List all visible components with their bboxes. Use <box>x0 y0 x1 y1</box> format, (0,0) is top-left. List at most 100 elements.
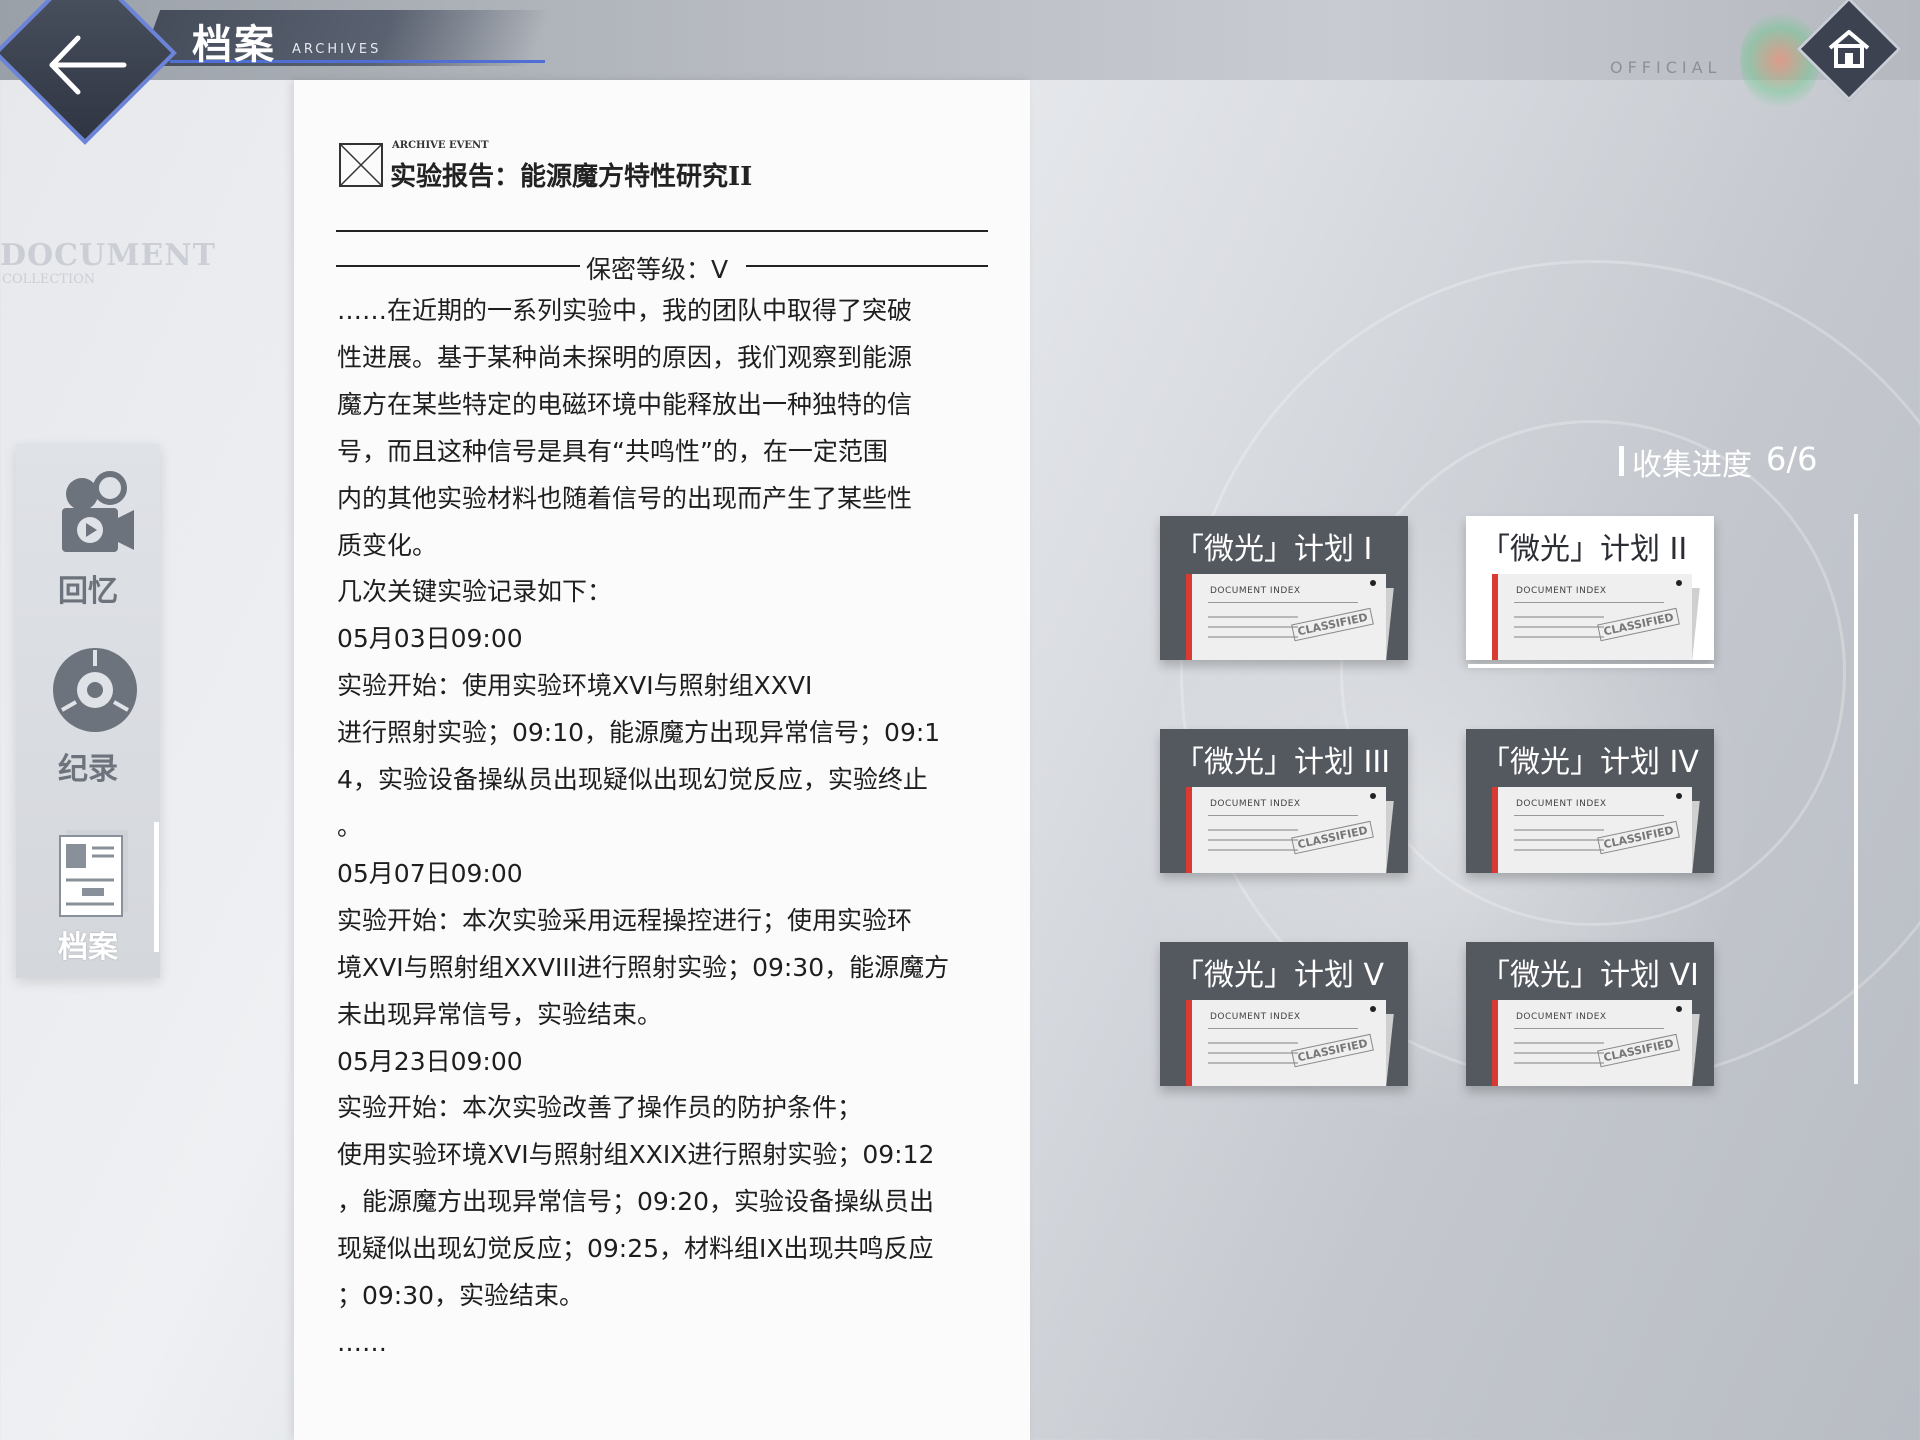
paper-dot <box>1370 1006 1376 1012</box>
page-title: 档案 <box>192 22 276 68</box>
paper-lines <box>1514 829 1604 859</box>
document-line: 号，而且这种信号是具有“共鸣性”的，在一定范围 <box>337 436 888 466</box>
divider <box>336 265 580 267</box>
document-line: 实验开始：本次实验采用远程操控进行；使用实验环 <box>337 905 913 935</box>
card-paper: DOCUMENT INDEX CLASSIFIED <box>1492 787 1692 873</box>
record-disc-icon <box>53 648 137 732</box>
collection-progress-label: 收集进度 <box>1632 448 1752 483</box>
document-line: 4，实验设备操纵员出现疑似出现幻觉反应，实验终止 <box>337 765 928 795</box>
card-paper: DOCUMENT INDEX CLASSIFIED <box>1492 574 1692 660</box>
document-line: 进行照射实验；09:10，能源魔方出现异常信号；09:1 <box>337 718 941 748</box>
secrecy-level: 保密等级：V <box>586 255 729 284</box>
sidebar-item-label: 回忆 <box>58 574 118 609</box>
classified-stamp: CLASSIFIED <box>1291 820 1375 855</box>
document-line: ；09:30，实验结束。 <box>337 1281 585 1311</box>
document-title: 实验报告：能源魔方特性研究II <box>390 162 753 192</box>
document-category: ARCHIVE EVENT <box>392 140 489 151</box>
document-body: ……在近期的一系列实验中，我的团队中取得了突破 性进展。基于某种尚未探明的原因，… <box>337 288 989 1367</box>
collection-progress-value: 6/6 <box>1766 440 1818 478</box>
document-line: 性进展。基于某种尚未探明的原因，我们观察到能源 <box>337 342 913 372</box>
card-paper: DOCUMENT INDEX CLASSIFIED <box>1492 1000 1692 1086</box>
paper-lines <box>1514 616 1604 646</box>
archive-card-5[interactable]: 「微光」计划 V DOCUMENT INDEX CLASSIFIED <box>1160 942 1408 1086</box>
classified-stamp: CLASSIFIED <box>1597 820 1681 855</box>
camera-icon <box>62 471 134 552</box>
document-watermark: DOCUMENT <box>0 238 217 273</box>
paper-rule <box>1514 1028 1664 1029</box>
progress-marker <box>1619 446 1624 476</box>
paper-lines <box>1208 1042 1298 1072</box>
paper-lines <box>1514 1042 1604 1072</box>
scrollbar[interactable] <box>1854 514 1858 1084</box>
document-line: 现疑似出现幻觉反应；09:25，材料组IX出现共鸣反应 <box>337 1234 934 1264</box>
active-indicator <box>154 822 159 952</box>
official-text: OFFICIAL <box>1610 58 1722 77</box>
classified-stamp: CLASSIFIED <box>1291 1033 1375 1068</box>
archive-card-1[interactable]: 「微光」计划 I DOCUMENT INDEX CLASSIFIED <box>1160 516 1408 660</box>
document-line: 几次关键实验记录如下： <box>337 577 613 607</box>
document-line: 实验开始：使用实验环境XVI与照射组XXVI <box>337 671 813 701</box>
sidebar-item-label: 档案 <box>58 930 118 965</box>
document-line: ……在近期的一系列实验中，我的团队中取得了突破 <box>337 296 913 325</box>
page-subtitle: ARCHIVES <box>292 42 382 57</box>
paper-rule <box>1208 1028 1358 1029</box>
archive-document-icon <box>59 830 128 917</box>
divider <box>746 265 988 267</box>
document-line: 05月07日09:00 <box>337 858 523 888</box>
archive-card-3[interactable]: 「微光」计划 III DOCUMENT INDEX CLASSIFIED <box>1160 729 1408 873</box>
paper-heading: DOCUMENT INDEX <box>1516 1012 1607 1022</box>
classified-stamp: CLASSIFIED <box>1597 1033 1681 1068</box>
card-paper: DOCUMENT INDEX CLASSIFIED <box>1186 1000 1386 1086</box>
card-title: 「微光」计划 VI <box>1480 958 1699 993</box>
document-line: 内的其他实验材料也随着信号的出现而产生了某些性 <box>337 483 913 513</box>
card-title: 「微光」计划 V <box>1174 958 1385 993</box>
paper-dot <box>1676 580 1682 586</box>
sidebar-item-archive[interactable]: 档案 <box>16 806 160 976</box>
classified-stamp: CLASSIFIED <box>1597 607 1681 642</box>
document-line: …… <box>337 1327 387 1357</box>
document-line: 05月03日09:00 <box>337 624 523 654</box>
paper-heading: DOCUMENT INDEX <box>1516 799 1607 809</box>
paper-rule <box>1208 602 1358 603</box>
paper-dot <box>1370 580 1376 586</box>
archive-card-2[interactable]: 「微光」计划 II DOCUMENT INDEX CLASSIFIED <box>1466 516 1714 660</box>
paper-rule <box>1514 602 1664 603</box>
paper-heading: DOCUMENT INDEX <box>1516 586 1607 596</box>
card-title: 「微光」计划 III <box>1174 745 1391 780</box>
document-line: 使用实验环境XVI与照射组XXIX进行照射实验；09:12 <box>337 1140 935 1170</box>
paper-heading: DOCUMENT INDEX <box>1210 799 1301 809</box>
card-title: 「微光」计划 I <box>1174 532 1373 567</box>
archive-card-6[interactable]: 「微光」计划 VI DOCUMENT INDEX CLASSIFIED <box>1466 942 1714 1086</box>
image-placeholder-icon <box>339 143 383 187</box>
paper-heading: DOCUMENT INDEX <box>1210 586 1301 596</box>
document-line: ，能源魔方出现异常信号；09:20，实验设备操纵员出 <box>337 1187 935 1217</box>
document-line: 未出现异常信号，实验结束。 <box>337 999 663 1029</box>
selected-card-underline <box>1468 664 1714 668</box>
document-line: 质变化。 <box>337 530 438 560</box>
paper-lines <box>1208 829 1298 859</box>
paper-rule <box>1514 815 1664 816</box>
sidebar-item-label: 纪录 <box>58 752 118 787</box>
paper-heading: DOCUMENT INDEX <box>1210 1012 1301 1022</box>
paper-dot <box>1370 793 1376 799</box>
paper-dot <box>1676 793 1682 799</box>
paper-rule <box>1208 815 1358 816</box>
sidebar-item-memory[interactable]: 回忆 <box>16 450 160 620</box>
document-line: 魔方在某些特定的电磁环境中能释放出一种独特的信 <box>337 389 913 419</box>
divider <box>336 230 988 232</box>
card-title: 「微光」计划 IV <box>1480 745 1699 780</box>
archive-card-4[interactable]: 「微光」计划 IV DOCUMENT INDEX CLASSIFIED <box>1466 729 1714 873</box>
document-watermark-sub: COLLECTION <box>2 272 96 287</box>
classified-stamp: CLASSIFIED <box>1291 607 1375 642</box>
home-icon[interactable] <box>1820 20 1878 78</box>
card-paper: DOCUMENT INDEX CLASSIFIED <box>1186 787 1386 873</box>
document-line: 境XVI与照射组XXVIII进行照射实验；09:30，能源魔方 <box>337 952 950 982</box>
document-line: 实验开始：本次实验改善了操作员的防护条件； <box>337 1093 863 1123</box>
document-line: 05月23日09:00 <box>337 1046 523 1076</box>
card-title: 「微光」计划 II <box>1480 532 1688 567</box>
paper-dot <box>1676 1006 1682 1012</box>
back-arrow-icon[interactable] <box>42 30 132 100</box>
sidebar-item-record[interactable]: 纪录 <box>16 628 160 798</box>
paper-lines <box>1208 616 1298 646</box>
document-line: 。 <box>337 811 363 841</box>
